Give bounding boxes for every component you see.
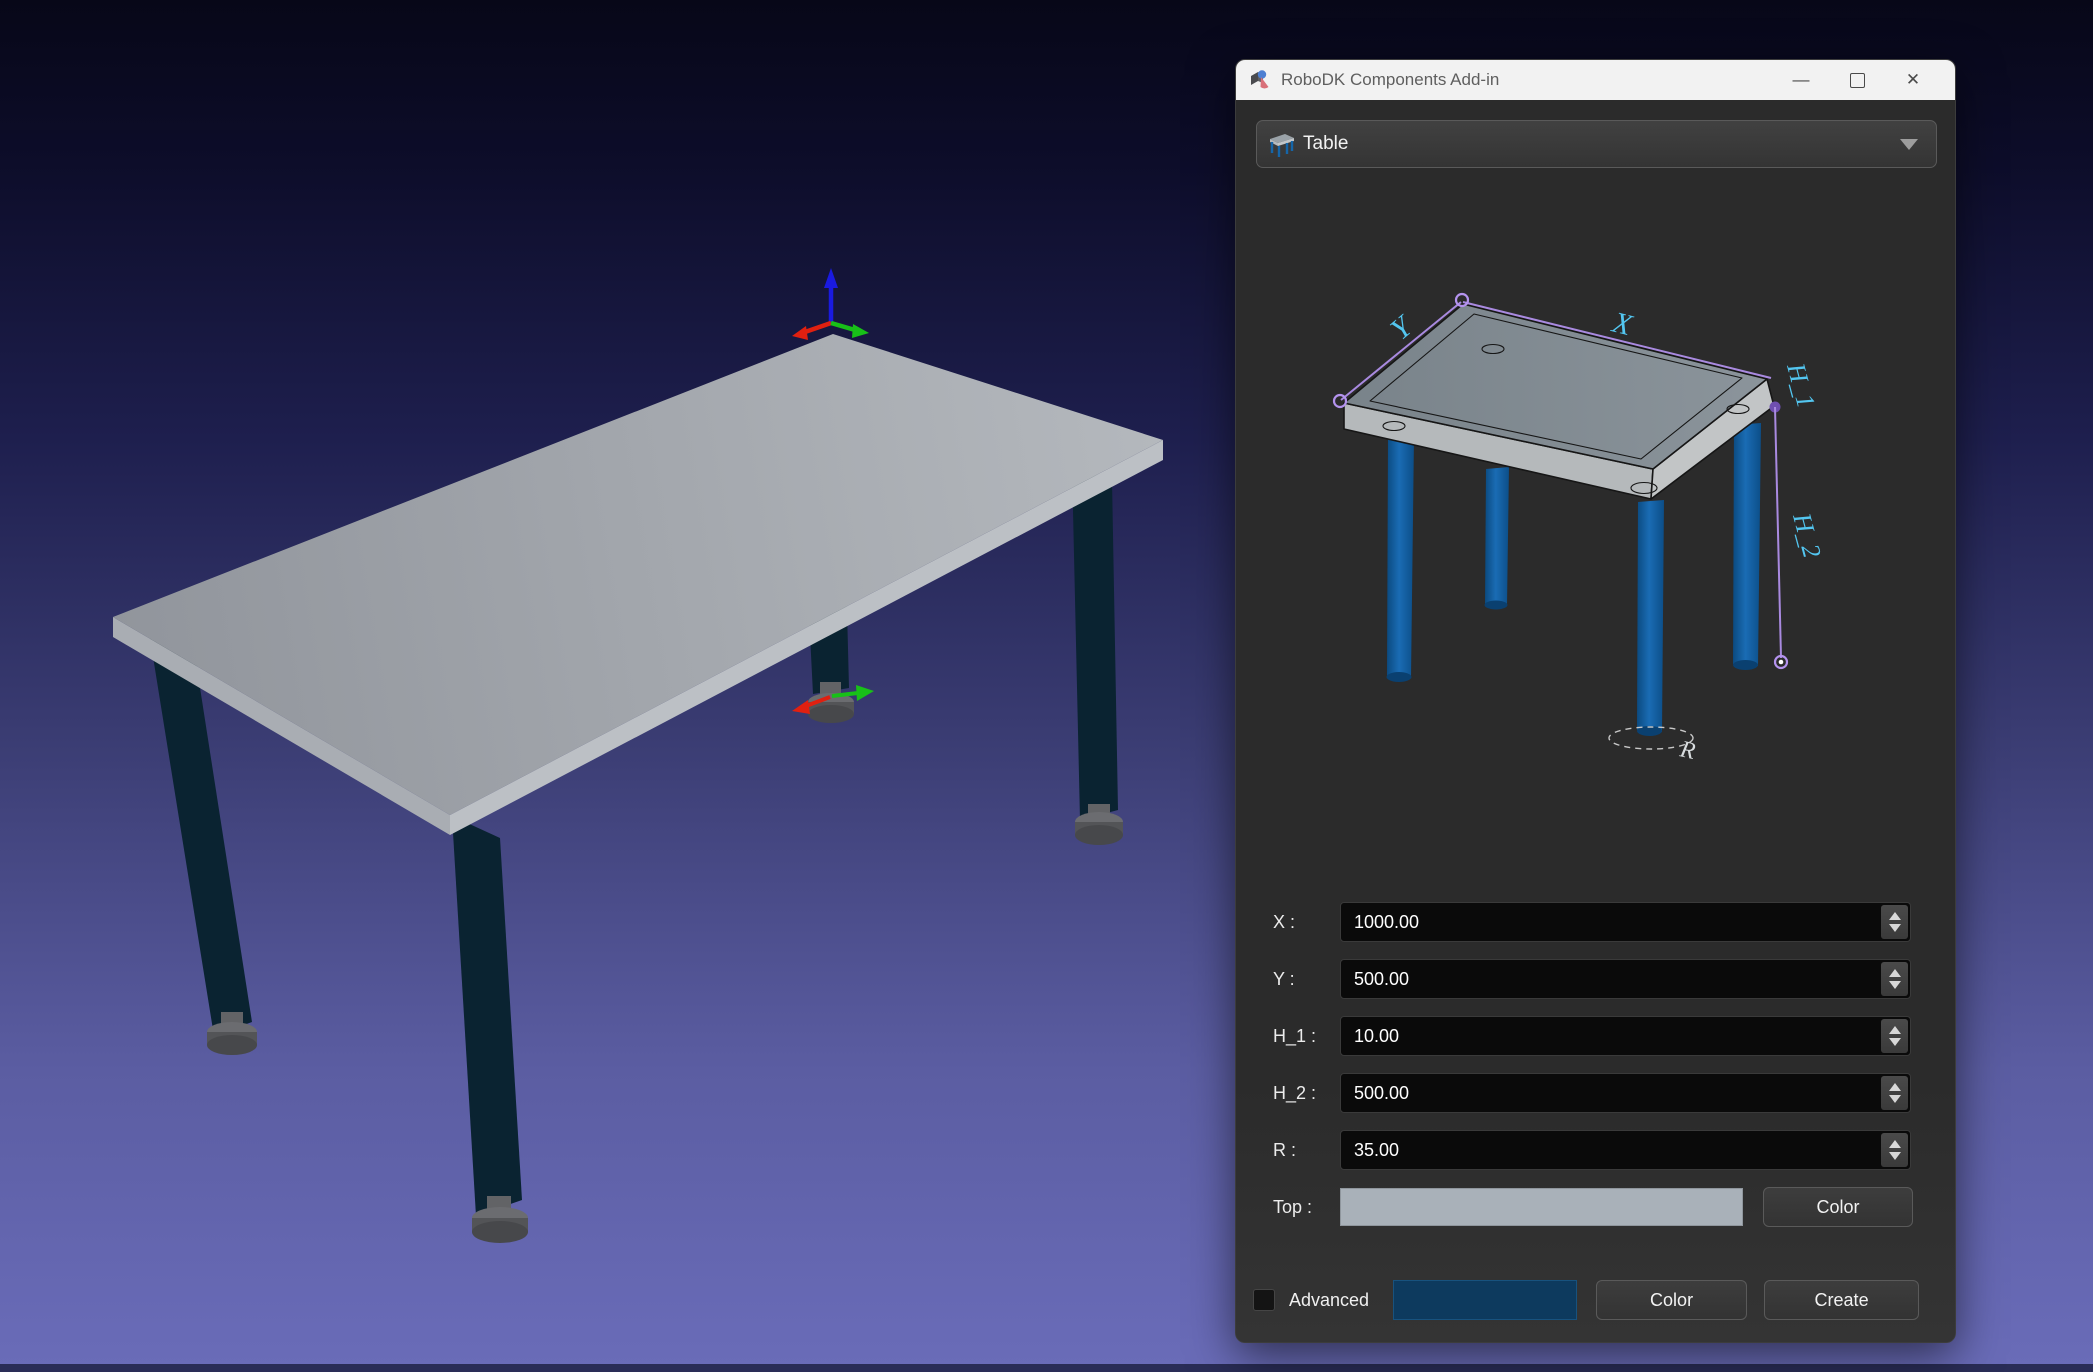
- spin-down-icon[interactable]: [1889, 924, 1901, 932]
- r-spinbox: [1340, 1130, 1911, 1170]
- chevron-down-icon: [1900, 139, 1918, 150]
- r-input[interactable]: [1340, 1130, 1911, 1170]
- leg-color-button[interactable]: Color: [1596, 1280, 1747, 1320]
- x-input[interactable]: [1340, 902, 1911, 942]
- table-leg-right: [1072, 466, 1118, 820]
- frame-axes-table: [792, 268, 869, 340]
- dialog-titlebar[interactable]: RoboDK Components Add-in — ✕: [1236, 60, 1955, 100]
- h1-field-label: H_1 :: [1236, 1026, 1340, 1047]
- preview-y-label: Y: [1384, 308, 1421, 346]
- preview-h2-label: H_2: [1787, 509, 1827, 561]
- spin-up-icon[interactable]: [1889, 969, 1901, 977]
- component-dropdown[interactable]: Table: [1256, 120, 1937, 168]
- r-spinner-buttons[interactable]: [1881, 1133, 1908, 1167]
- dropdown-selected-value: Table: [1303, 133, 1900, 155]
- preview-x-label: X: [1608, 306, 1636, 343]
- x-field-label: X :: [1236, 912, 1340, 933]
- maximize-icon: [1850, 73, 1865, 88]
- parameter-form: X : Y : H_1 :: [1236, 902, 1955, 1244]
- viewport-bottom-strip: [0, 1364, 2093, 1372]
- spin-up-icon[interactable]: [1889, 912, 1901, 920]
- preview-h1-label: H_1: [1781, 359, 1821, 411]
- y-spinbox: [1340, 959, 1911, 999]
- create-button[interactable]: Create: [1764, 1280, 1919, 1320]
- x-spinner-buttons[interactable]: [1881, 905, 1908, 939]
- dialog-title: RoboDK Components Add-in: [1281, 70, 1773, 90]
- close-icon: ✕: [1906, 70, 1920, 90]
- x-spinbox: [1340, 902, 1911, 942]
- h2-input[interactable]: [1340, 1073, 1911, 1113]
- field-row-h2: H_2 :: [1236, 1073, 1955, 1113]
- advanced-checkbox-label: Advanced: [1289, 1290, 1369, 1311]
- dialog-footer: Advanced Color Create: [1236, 1280, 1955, 1320]
- h1-input[interactable]: [1340, 1016, 1911, 1056]
- h2-field-label: H_2 :: [1236, 1083, 1340, 1104]
- minimize-icon: —: [1793, 70, 1810, 90]
- close-button[interactable]: ✕: [1885, 60, 1941, 100]
- spin-up-icon[interactable]: [1889, 1140, 1901, 1148]
- y-input[interactable]: [1340, 959, 1911, 999]
- spin-up-icon[interactable]: [1889, 1083, 1901, 1091]
- h1-spinbox: [1340, 1016, 1911, 1056]
- spin-up-icon[interactable]: [1889, 1026, 1901, 1034]
- minimize-button[interactable]: —: [1773, 60, 1829, 100]
- preview-r-label: R: [1677, 736, 1698, 765]
- robodk-components-dialog: RoboDK Components Add-in — ✕ Table: [1235, 59, 1956, 1343]
- field-row-y: Y :: [1236, 959, 1955, 999]
- leg-color-swatch: [1393, 1280, 1577, 1320]
- y-spinner-buttons[interactable]: [1881, 962, 1908, 996]
- spin-down-icon[interactable]: [1889, 981, 1901, 989]
- top-color-button-label: Color: [1816, 1197, 1859, 1218]
- h2-spinbox: [1340, 1073, 1911, 1113]
- field-row-top-color: Top : Color: [1236, 1187, 1955, 1227]
- top-field-label: Top :: [1236, 1197, 1340, 1218]
- field-row-x: X :: [1236, 902, 1955, 942]
- h2-spinner-buttons[interactable]: [1881, 1076, 1908, 1110]
- window-controls: — ✕: [1773, 60, 1941, 100]
- y-field-label: Y :: [1236, 969, 1340, 990]
- field-row-h1: H_1 :: [1236, 1016, 1955, 1056]
- robodk-logo-icon: [1248, 68, 1272, 92]
- field-row-r: R :: [1236, 1130, 1955, 1170]
- spin-down-icon[interactable]: [1889, 1152, 1901, 1160]
- maximize-button[interactable]: [1829, 60, 1885, 100]
- spin-down-icon[interactable]: [1889, 1038, 1901, 1046]
- r-field-label: R :: [1236, 1140, 1340, 1161]
- leg-color-button-label: Color: [1650, 1290, 1693, 1311]
- h1-spinner-buttons[interactable]: [1881, 1019, 1908, 1053]
- table-top: [113, 334, 1163, 835]
- top-color-button[interactable]: Color: [1763, 1187, 1913, 1227]
- component-preview-image: Y X H_1 H_2 R: [1251, 226, 1941, 886]
- top-color-swatch: [1340, 1188, 1743, 1226]
- spin-down-icon[interactable]: [1889, 1095, 1901, 1103]
- table-icon: [1267, 129, 1297, 159]
- advanced-checkbox[interactable]: [1253, 1289, 1275, 1311]
- table-leg-front: [452, 816, 522, 1216]
- create-button-label: Create: [1815, 1290, 1869, 1311]
